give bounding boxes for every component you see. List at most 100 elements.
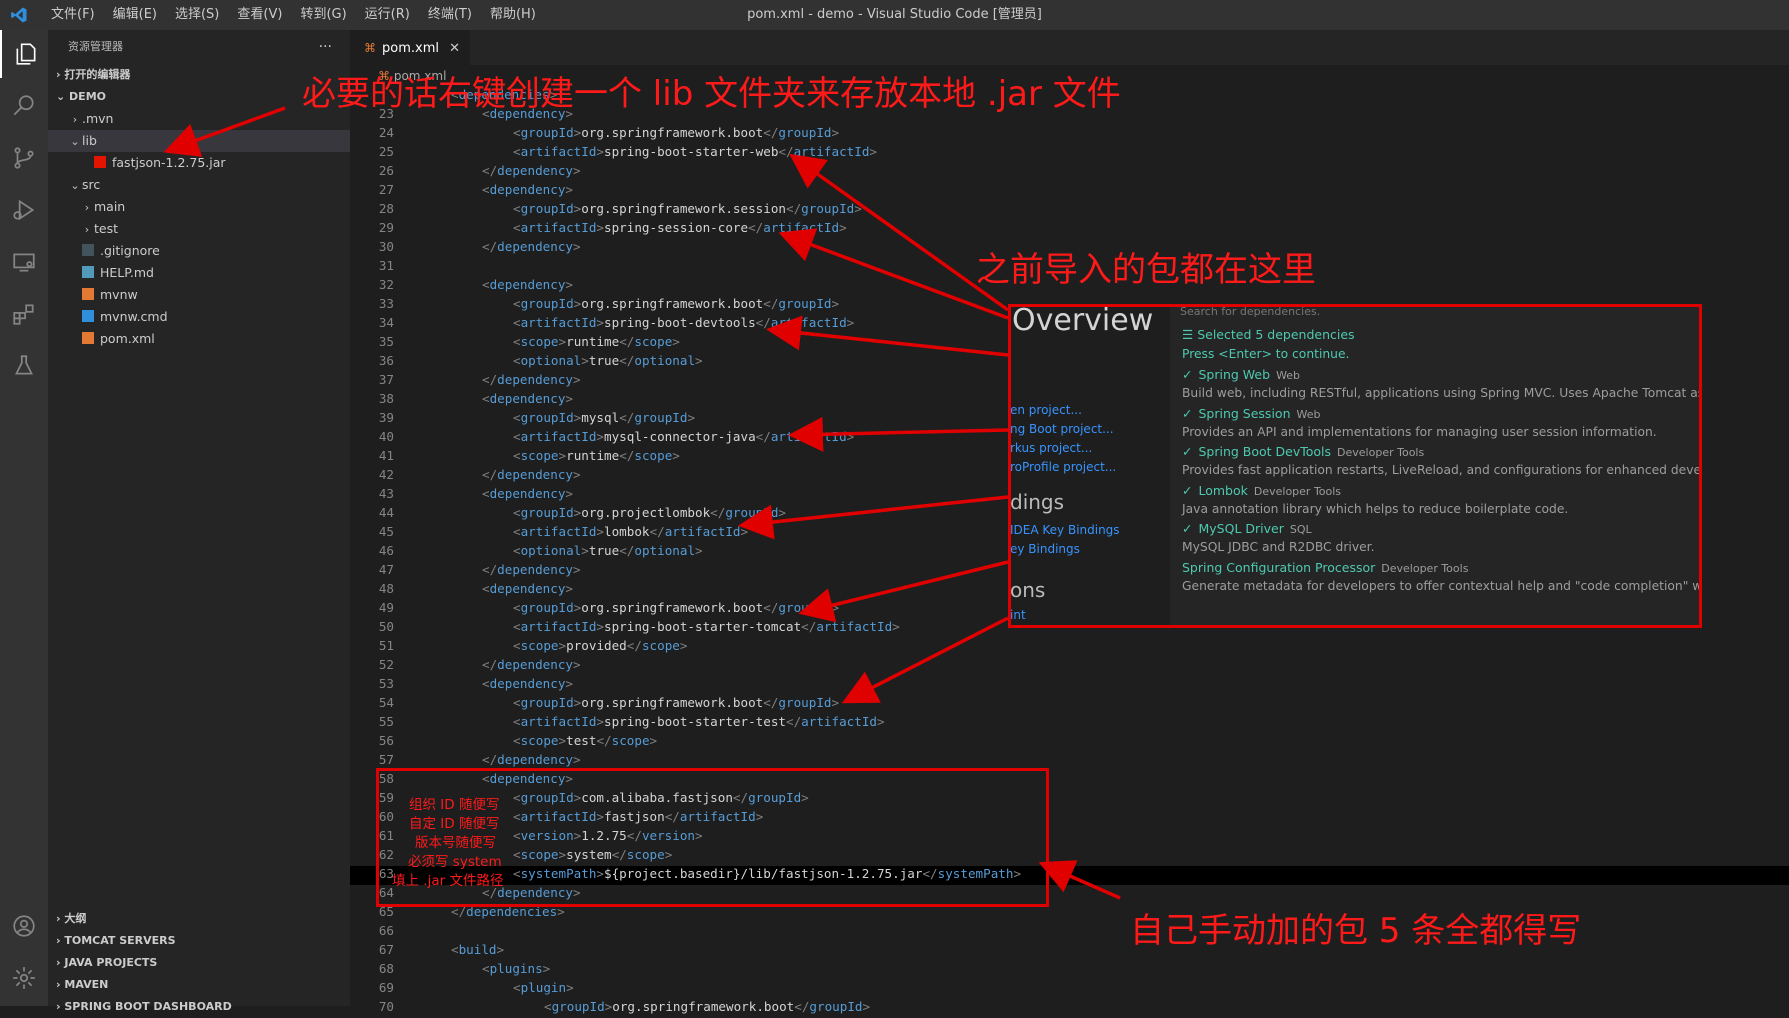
- tag-name: artifactId: [793, 144, 870, 159]
- chevron-right-icon: ›: [84, 201, 90, 214]
- tree-item-label: .mvn: [82, 111, 114, 126]
- tag-bracket: >: [558, 334, 567, 349]
- markdown-file-icon: [82, 266, 94, 278]
- annotation-manual-package: 自己手动加的包 5 条全都得写: [1130, 911, 1582, 951]
- tag-bracket: </: [786, 714, 802, 729]
- menu-item[interactable]: 转到(G): [291, 0, 355, 30]
- side-label-version: 版本号随便写: [415, 835, 496, 851]
- menu-item[interactable]: 帮助(H): [481, 0, 545, 30]
- tag-name: scope: [520, 448, 559, 463]
- tag-bracket: <: [482, 581, 490, 596]
- tag-content: spring-boot-starter-tomcat: [604, 619, 802, 634]
- code-line: <groupId>mysql</groupId>: [513, 410, 695, 425]
- tag-bracket: >: [573, 372, 581, 387]
- git-file-icon: [82, 244, 94, 256]
- tree-item[interactable]: pom.xml: [48, 328, 350, 350]
- tag-name: plugins: [489, 961, 543, 976]
- tag-bracket: >: [831, 125, 840, 140]
- tag-bracket: </: [619, 353, 635, 368]
- explorer-icon[interactable]: [0, 30, 50, 78]
- tree-item[interactable]: mvnw: [48, 284, 350, 306]
- extensions-icon[interactable]: [0, 290, 48, 338]
- explorer-title: 资源管理器 ···: [48, 30, 350, 64]
- search-icon[interactable]: [0, 82, 48, 130]
- code-line: <groupId>org.springframework.session</gr…: [513, 201, 862, 216]
- menu-item[interactable]: 终端(T): [419, 0, 481, 30]
- sidebar-section[interactable]: › JAVA PROJECTS: [48, 952, 350, 974]
- tree-item[interactable]: ⌄ lib: [48, 130, 350, 152]
- side-label-artifactid: 自定 ID 随便写: [409, 816, 500, 832]
- tree-item[interactable]: fastjson-1.2.75.jar: [48, 152, 350, 174]
- tag-bracket: </: [778, 144, 794, 159]
- sidebar-section[interactable]: › 大纲: [48, 908, 350, 930]
- sidebar-section[interactable]: › SPRING BOOT DASHBOARD: [48, 996, 350, 1018]
- chevron-right-icon: ›: [72, 113, 78, 126]
- tree-item[interactable]: › main: [48, 196, 350, 218]
- tag-name: artifactId: [520, 619, 597, 634]
- tag-bracket: >: [679, 638, 688, 653]
- line-number: 46: [378, 543, 394, 558]
- tag-name: artifactId: [816, 619, 893, 634]
- tab-close-icon[interactable]: ✕: [449, 31, 460, 66]
- tag-name: groupId: [725, 505, 779, 520]
- file-tree: › .mvn ⌄ lib fastjson-1.2.75.jar ⌄ src › main › te…: [48, 108, 350, 350]
- tag-bracket: </: [619, 334, 635, 349]
- testing-flask-icon[interactable]: [0, 342, 48, 390]
- tree-item[interactable]: HELP.md: [48, 262, 350, 284]
- sidebar-section-label: SPRING BOOT DASHBOARD: [64, 1000, 232, 1013]
- tag-bracket: >: [573, 163, 581, 178]
- menu-item[interactable]: 文件(F): [42, 0, 104, 30]
- code-line: <dependency>: [482, 676, 573, 691]
- tag-bracket: </: [763, 125, 779, 140]
- annotation-box-overview: [1008, 304, 1702, 628]
- line-number: 30: [378, 239, 394, 254]
- code-line: <dependency>: [482, 486, 573, 501]
- tag-name: scope: [520, 334, 559, 349]
- menu-item[interactable]: 运行(R): [356, 0, 419, 30]
- tag-content: spring-session-core: [604, 220, 749, 235]
- settings-gear-icon[interactable]: [0, 954, 48, 1002]
- tree-item[interactable]: › test: [48, 218, 350, 240]
- tag-bracket: <: [544, 999, 552, 1014]
- tag-bracket: </: [596, 733, 612, 748]
- tag-bracket: <: [513, 410, 521, 425]
- line-number: 24: [378, 125, 394, 140]
- remote-explorer-icon[interactable]: [0, 238, 48, 286]
- tag-bracket: <: [513, 315, 521, 330]
- tree-item[interactable]: mvnw.cmd: [48, 306, 350, 328]
- tab-pom-xml[interactable]: ⌘ pom.xml ✕: [350, 30, 470, 66]
- more-actions-icon[interactable]: ···: [319, 30, 332, 64]
- code-line: </dependency>: [482, 239, 581, 254]
- tag-bracket: >: [573, 239, 581, 254]
- menu-item[interactable]: 查看(V): [228, 0, 291, 30]
- xml-file-icon: ⌘: [364, 41, 376, 55]
- tree-item[interactable]: .gitignore: [48, 240, 350, 262]
- menu-item[interactable]: 编辑(E): [104, 0, 166, 30]
- source-control-icon[interactable]: [0, 134, 48, 182]
- tag-bracket: <: [482, 391, 490, 406]
- line-number: 36: [378, 353, 394, 368]
- tree-item[interactable]: ⌄ src: [48, 174, 350, 196]
- account-icon[interactable]: [0, 902, 48, 950]
- line-number: 51: [378, 638, 394, 653]
- chevron-right-icon: ›: [84, 223, 90, 236]
- code-line: <groupId>org.projectlombok</groupId>: [513, 505, 786, 520]
- tag-bracket: <: [513, 144, 521, 159]
- code-line: <dependency>: [482, 182, 573, 197]
- code-line: <scope>runtime</scope>: [513, 448, 680, 463]
- sidebar-section[interactable]: › MAVEN: [48, 974, 350, 996]
- activity-bar: [0, 30, 48, 1006]
- run-debug-icon[interactable]: [0, 186, 48, 234]
- tag-bracket: >: [558, 448, 567, 463]
- tag-name: build: [458, 942, 497, 957]
- line-number: 69: [378, 980, 394, 995]
- tag-content: org.projectlombok: [581, 505, 711, 520]
- tag-bracket: >: [596, 315, 605, 330]
- tree-item-label: mvnw: [100, 287, 138, 302]
- tab-label: pom.xml: [382, 41, 439, 56]
- tag-bracket: </: [482, 467, 498, 482]
- line-number: 56: [378, 733, 394, 748]
- sidebar-section[interactable]: › TOMCAT SERVERS: [48, 930, 350, 952]
- menu-item[interactable]: 选择(S): [166, 0, 228, 30]
- tag-bracket: </: [619, 410, 635, 425]
